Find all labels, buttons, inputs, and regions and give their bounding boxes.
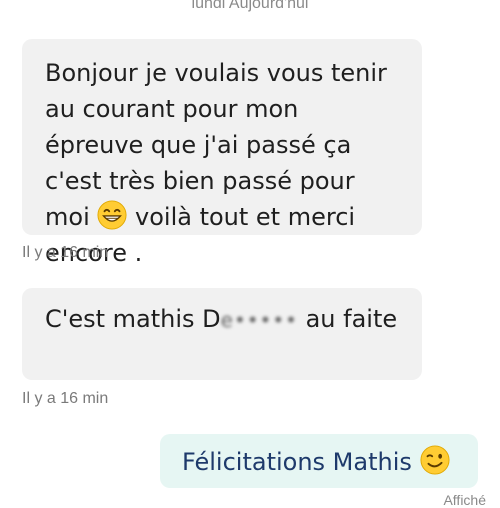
date-header: lundi Aujourd'hui (191, 0, 309, 12)
message-text: Félicitations Mathis (182, 448, 412, 476)
message-text-continued: au faite (297, 305, 398, 333)
outgoing-message-bubble[interactable]: Félicitations Mathis (160, 434, 478, 488)
incoming-message-bubble[interactable]: C'est mathis De••••• au faite (22, 288, 422, 380)
redacted-name: e••••• (220, 308, 298, 332)
incoming-message-bubble[interactable]: Bonjour je voulais vous tenir au courant… (22, 39, 422, 267)
message-timestamp: Il y a 16 min (22, 244, 109, 261)
winking-face-icon (420, 445, 450, 475)
message-timestamp: Il y a 16 min (22, 390, 109, 407)
read-status: Affiché (443, 492, 486, 508)
grinning-face-icon (97, 200, 127, 230)
message-text: C'est mathis D (45, 305, 221, 333)
